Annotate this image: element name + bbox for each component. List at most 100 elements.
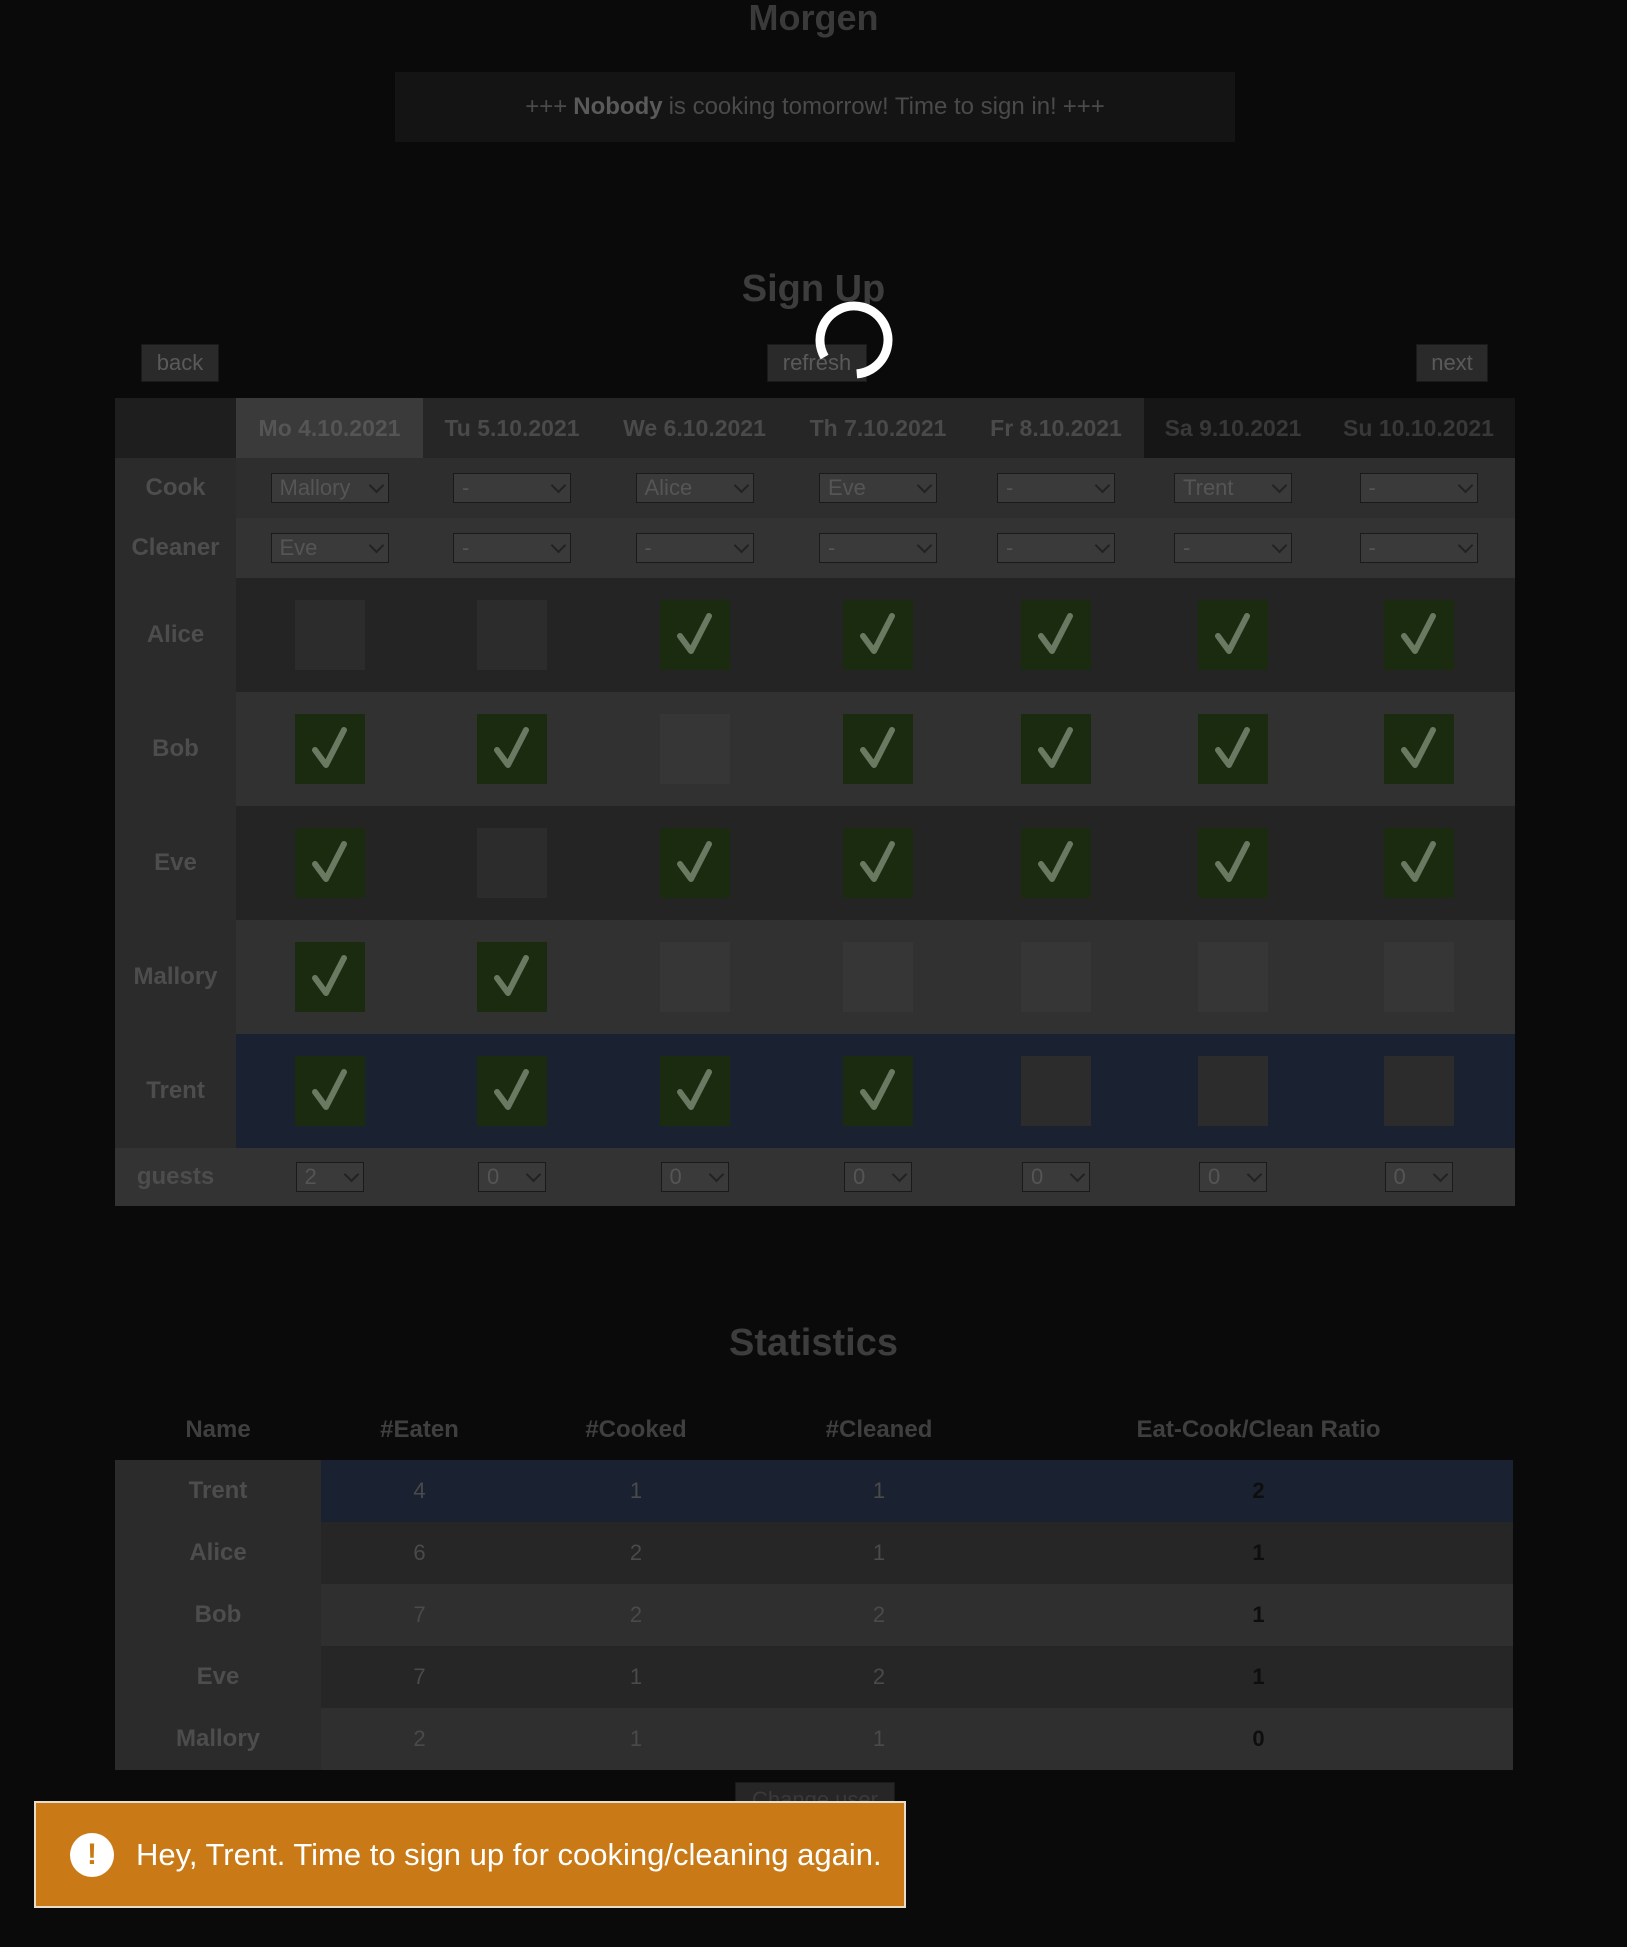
signup-checkbox[interactable]: [843, 1056, 913, 1126]
signup-checkbox[interactable]: [294, 1056, 365, 1126]
signup-checkbox[interactable]: [1198, 1056, 1268, 1126]
cook-select[interactable]: -: [997, 473, 1115, 503]
stats-name: Eve: [115, 1646, 321, 1708]
signup-checkbox[interactable]: [1021, 600, 1091, 670]
guests-cell: 2: [236, 1148, 423, 1206]
checkmark-icon: [311, 1069, 347, 1110]
signup-checkbox[interactable]: [659, 828, 730, 898]
cook-select[interactable]: Mallory: [270, 473, 389, 503]
person-name: Alice: [115, 578, 236, 692]
signup-checkbox[interactable]: [659, 600, 730, 670]
cook-cell: Trent: [1144, 458, 1322, 518]
cook-select[interactable]: Eve: [819, 473, 937, 503]
chevron-down-icon: [550, 477, 567, 494]
next-button[interactable]: next: [1416, 344, 1488, 382]
cleaner-select[interactable]: -: [453, 533, 571, 563]
person-row: Bob: [115, 692, 1515, 806]
signup-cell: [1322, 578, 1515, 692]
cleaner-select[interactable]: -: [1174, 533, 1292, 563]
person-row: Trent: [115, 1034, 1515, 1148]
signup-cell: [1322, 692, 1515, 806]
signup-checkbox[interactable]: [1198, 942, 1268, 1012]
signup-checkbox[interactable]: [1021, 942, 1091, 1012]
cleaner-select[interactable]: -: [1359, 533, 1478, 563]
guests-select-value: 0: [1031, 1164, 1044, 1189]
notification-toast[interactable]: ! Hey, Trent. Time to sign up for cookin…: [34, 1801, 906, 1908]
guests-select[interactable]: 0: [1022, 1162, 1090, 1192]
signup-checkbox[interactable]: [477, 828, 547, 898]
person-row: Alice: [115, 578, 1515, 692]
signup-checkbox[interactable]: [1383, 942, 1454, 1012]
signup-checkbox[interactable]: [1383, 600, 1454, 670]
signup-checkbox[interactable]: [477, 600, 547, 670]
cleaner-select[interactable]: -: [635, 533, 754, 563]
signup-checkbox[interactable]: [1383, 1056, 1454, 1126]
signup-checkbox[interactable]: [477, 942, 547, 1012]
stats-value: 2: [518, 1584, 754, 1646]
signup-checkbox[interactable]: [294, 714, 365, 784]
signup-checkbox[interactable]: [1198, 714, 1268, 784]
guests-select[interactable]: 0: [660, 1162, 729, 1192]
exclamation-icon: !: [70, 1832, 114, 1877]
signup-checkbox[interactable]: [1021, 714, 1091, 784]
guests-select[interactable]: 0: [1199, 1162, 1267, 1192]
back-button[interactable]: back: [141, 344, 219, 382]
chevron-down-icon: [1246, 1166, 1263, 1183]
signup-cell: [968, 806, 1144, 920]
signup-checkbox[interactable]: [843, 942, 913, 1012]
guests-select-value: 0: [1208, 1164, 1221, 1189]
signup-checkbox[interactable]: [1383, 714, 1454, 784]
guests-select[interactable]: 2: [295, 1162, 364, 1192]
signup-checkbox[interactable]: [294, 828, 365, 898]
cook-select[interactable]: Alice: [635, 473, 754, 503]
signup-checkbox[interactable]: [294, 942, 365, 1012]
cook-select[interactable]: Trent: [1174, 473, 1292, 503]
guests-select[interactable]: 0: [844, 1162, 912, 1192]
checkmark-icon: [860, 613, 895, 654]
day-header: Th 7.10.2021: [788, 398, 968, 458]
chevron-down-icon: [1271, 477, 1288, 494]
stats-column-header: #Eaten: [321, 1400, 518, 1460]
checkmark-icon: [494, 727, 529, 768]
chevron-down-icon: [733, 537, 749, 554]
signup-checkbox[interactable]: [843, 828, 913, 898]
statistics-title: Statistics: [729, 1322, 898, 1364]
signup-checkbox[interactable]: [843, 600, 913, 670]
cook-cell: Eve: [788, 458, 968, 518]
cleaner-select[interactable]: -: [819, 533, 937, 563]
chevron-down-icon: [891, 1166, 908, 1183]
signup-checkbox[interactable]: [477, 714, 547, 784]
toast-message: Hey, Trent. Time to sign up for cooking/…: [136, 1836, 882, 1872]
signup-cell: [601, 578, 788, 692]
signup-checkbox[interactable]: [1198, 600, 1268, 670]
cleaner-select[interactable]: Eve: [270, 533, 389, 563]
guests-select-value: 0: [487, 1164, 500, 1189]
cleaner-select-value: -: [1006, 535, 1014, 560]
signup-checkbox[interactable]: [843, 714, 913, 784]
guests-select[interactable]: 0: [478, 1162, 546, 1192]
checkmark-icon: [1215, 841, 1250, 882]
signup-checkbox[interactable]: [659, 714, 730, 784]
signup-checkbox[interactable]: [659, 1056, 730, 1126]
cook-select[interactable]: -: [453, 473, 571, 503]
cleaner-select[interactable]: -: [997, 533, 1115, 563]
cook-cell: Alice: [601, 458, 788, 518]
cook-label: Cook: [115, 458, 236, 518]
signup-checkbox[interactable]: [477, 1056, 547, 1126]
signup-checkbox[interactable]: [659, 942, 730, 1012]
signup-checkbox[interactable]: [1021, 1056, 1091, 1126]
cleaner-cell: Eve: [236, 518, 423, 578]
signup-cell: [968, 920, 1144, 1034]
cook-select[interactable]: -: [1359, 473, 1478, 503]
guests-select[interactable]: 0: [1384, 1162, 1453, 1192]
day-header: Sa 9.10.2021: [1144, 398, 1322, 458]
guests-select-value: 2: [304, 1164, 317, 1189]
signup-checkbox[interactable]: [1021, 828, 1091, 898]
signup-checkbox[interactable]: [1383, 828, 1454, 898]
stats-column-header: Eat-Cook/Clean Ratio: [1004, 1400, 1513, 1460]
signup-cell: [601, 806, 788, 920]
signup-cell: [423, 578, 601, 692]
announcement-suffix: +++: [1062, 93, 1105, 120]
signup-checkbox[interactable]: [294, 600, 365, 670]
signup-checkbox[interactable]: [1198, 828, 1268, 898]
